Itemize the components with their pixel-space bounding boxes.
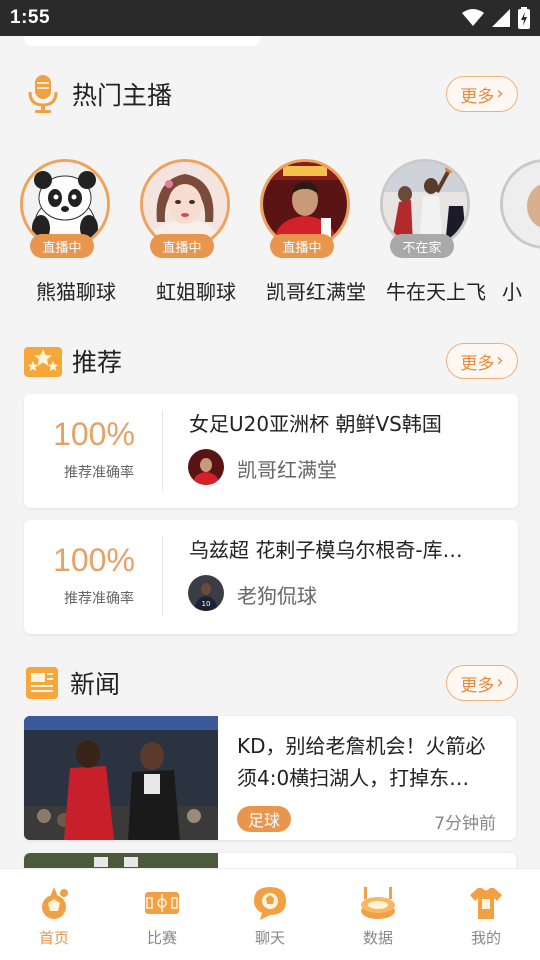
recommendation-card[interactable]: 100% 推荐准确率 乌兹超 花剌子模乌尔根奇-库… 10 老狗侃球 [24,520,518,634]
newspaper-icon [26,667,58,699]
streamer-item[interactable]: 直播中 凯哥红满堂 [240,159,366,309]
hot-streamers-header: 热门主播 更多 › [24,74,518,114]
divider [162,536,163,616]
news-thumbnail [24,716,218,840]
accuracy-rate: 100% [53,542,135,578]
news-header: 新闻 更多 › [24,663,518,703]
divider [162,410,163,490]
tab-data[interactable]: 数据 [324,869,432,960]
tab-label: 数据 [362,929,393,947]
chevron-right-icon: › [496,672,504,693]
chevron-right-icon: › [496,350,504,371]
chevron-right-icon: › [496,83,504,104]
streamer-name: 小 [502,280,522,304]
live-status-badge: 直播中 [270,234,334,258]
tab-label: 我的 [470,929,501,947]
accuracy-rate-label: 推荐准确率 [64,465,134,481]
hot-streamers-more-button[interactable]: 更多 › [446,76,518,112]
chat-bubble-icon [254,887,286,920]
more-label: 更多 [460,675,495,696]
stars-badge-icon [24,347,62,377]
recommend-more-button[interactable]: 更多 › [446,343,518,379]
news-card[interactable]: KD，别给老詹机会！火箭必须4:0横扫湖人，打掉东… 足球 7分钟前 [24,716,516,840]
home-football-icon [42,887,68,919]
streamer-item[interactable]: 直播中 虹姐聊球 [120,159,240,309]
match-pitch-icon [145,892,179,914]
streamer-item[interactable]: 不在家 牛在天上飞 [360,159,486,309]
status-time: 1:55 [10,7,51,28]
tab-label: 聊天 [254,929,285,947]
streamer-list: 直播中 熊猫聊球 直播中 虹姐聊球 直播中 凯哥红满堂 不在家 牛在天上飞 小 [0,159,540,309]
wifi-icon [462,9,484,26]
streamer-item[interactable]: 直播中 熊猫聊球 [0,159,120,309]
hot-streamers-title: 热门主播 [72,81,173,110]
recommend-title: 推荐 [72,348,123,377]
live-status-badge: 直播中 [30,234,94,258]
news-headline: KD，别给老詹机会！火箭必须4:0横扫湖人，打掉东… [237,734,486,790]
category-tag: 足球 [237,806,291,832]
accuracy-rate-label: 推荐准确率 [64,591,134,607]
tab-chat[interactable]: 聊天 [216,869,324,960]
recommendation-card[interactable]: 100% 推荐准确率 女足U20亚洲杯 朝鲜VS韩国 凯哥红满堂 [24,394,518,508]
news-title: 新闻 [70,670,121,699]
jersey-profile-icon [470,888,502,919]
live-status-badge: 直播中 [150,234,214,258]
bottom-tab-bar: 首页 比赛 聊天 数据 我的 [0,868,540,960]
home-content[interactable]: 热门主播 更多 › 直播中 熊猫聊球 直播中 虹姐聊球 直播中 凯哥红满堂 不在… [0,36,540,868]
tab-profile[interactable]: 我的 [432,869,540,960]
status-bar: 1:55 [0,0,540,36]
svg-text:10: 10 [202,600,211,608]
top-card [24,36,260,46]
signal-icon [492,9,510,27]
status-icons [462,7,530,29]
tab-label: 首页 [38,929,69,947]
news-time: 7分钟前 [434,814,496,834]
tab-home[interactable]: 首页 [0,869,108,960]
author-name: 老狗侃球 [237,584,317,608]
news-thumbnail [24,853,218,868]
streamer-item[interactable]: 小 [480,159,540,309]
battery-icon [518,7,530,29]
avatar [500,159,540,249]
offline-status-badge: 不在家 [390,234,454,258]
match-title: 女足U20亚洲杯 朝鲜VS韩国 [189,412,442,436]
author-avatar: 10 [188,575,224,611]
tab-match[interactable]: 比赛 [108,869,216,960]
more-label: 更多 [460,353,495,374]
author-name: 凯哥红满堂 [237,458,337,482]
accuracy-rate: 100% [53,416,135,452]
match-title: 乌兹超 花剌子模乌尔根奇-库… [189,538,463,562]
tab-label: 比赛 [146,929,177,947]
news-more-button[interactable]: 更多 › [446,665,518,701]
news-card[interactable] [24,853,516,868]
stadium-data-icon [361,887,395,919]
recommend-header: 推荐 更多 › [24,341,518,381]
more-label: 更多 [460,86,495,107]
author-avatar [188,449,224,485]
microphone-icon [28,75,58,113]
